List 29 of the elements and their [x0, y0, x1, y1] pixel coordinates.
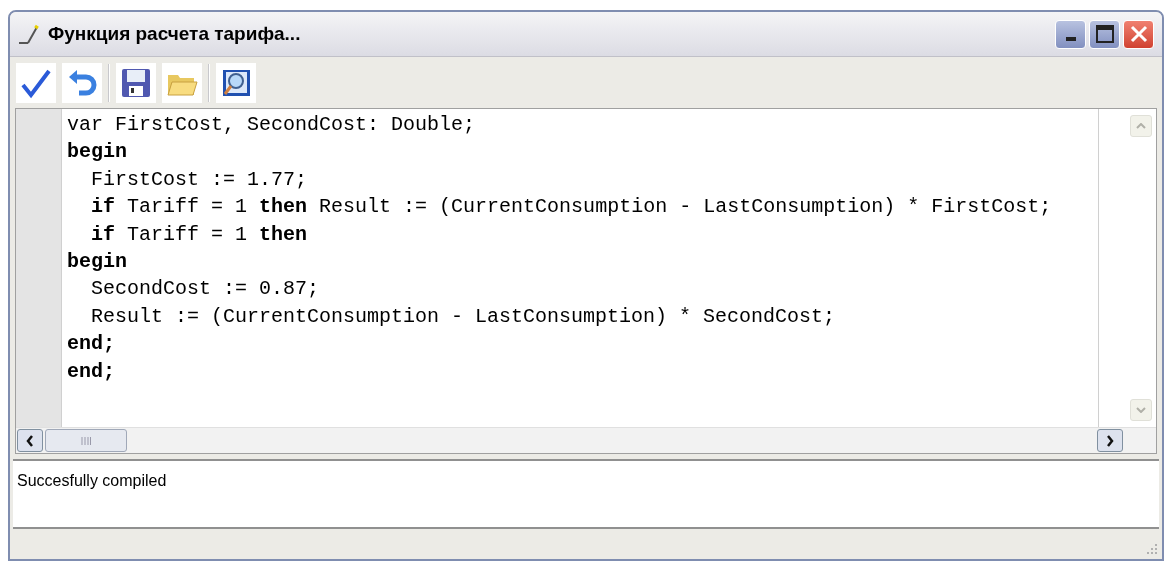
- scroll-left-button[interactable]: [17, 429, 43, 452]
- magnifier-book-button[interactable]: [216, 62, 256, 103]
- code-line: begin: [67, 139, 127, 166]
- horizontal-scrollbar[interactable]: [16, 427, 1156, 453]
- resize-grip-icon: [1144, 543, 1158, 557]
- window-title: Функция расчета тарифа...: [48, 21, 301, 46]
- code-line: begin: [67, 249, 127, 276]
- code-line: if Tariff = 1 then Result := (CurrentConsumption - LastConsumption) * FirstCost;: [90, 194, 1052, 221]
- scroll-right-button[interactable]: [1097, 429, 1123, 452]
- maximize-button[interactable]: [1089, 19, 1120, 49]
- code-line: FirstCost := 1.77;: [90, 166, 308, 193]
- maximize-icon: [1095, 25, 1114, 43]
- code-line: var FirstCost, SecondCost: Double;: [67, 112, 476, 138]
- floppy-disk-button[interactable]: [116, 62, 156, 103]
- code-line: SecondCost := 0.87;: [90, 276, 320, 303]
- code-line: Result := (CurrentConsumption - LastConsumption) * SecondCost;: [90, 303, 836, 330]
- close-icon: [1129, 25, 1148, 43]
- minimize-button[interactable]: [1055, 19, 1086, 49]
- compile-message: Succesfully compiled: [17, 472, 167, 489]
- code-line: end;: [67, 331, 115, 358]
- grip-icon: [81, 436, 91, 445]
- minimize-icon: [1065, 36, 1076, 41]
- pencil-icon: [18, 23, 40, 45]
- code-line: if Tariff = 1 then: [90, 221, 308, 248]
- check-button[interactable]: [16, 62, 56, 103]
- undo-button[interactable]: [62, 62, 102, 103]
- code-line: end;: [67, 358, 115, 385]
- close-button[interactable]: [1123, 19, 1154, 49]
- scroll-thumb[interactable]: [45, 429, 127, 452]
